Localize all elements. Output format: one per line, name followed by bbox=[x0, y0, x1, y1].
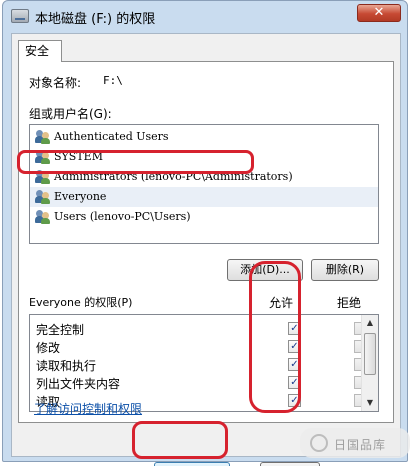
permission-row-read-execute: 读取和执行 ✓ bbox=[30, 355, 367, 373]
object-name-value: F:\ bbox=[103, 74, 123, 87]
everyone-highlight-annotation bbox=[17, 150, 254, 174]
permission-name: 完全控制 bbox=[36, 323, 85, 337]
user-name: Users (lenovo-PC\Users) bbox=[54, 210, 191, 223]
permission-name: 列出文件夹内容 bbox=[36, 377, 121, 391]
user-name: Authenticated Users bbox=[54, 130, 169, 143]
watermark-text: 日国品库 bbox=[334, 438, 387, 452]
permission-row-modify: 修改 ✓ bbox=[30, 337, 367, 355]
permission-name: 修改 bbox=[36, 341, 61, 355]
permission-name: 读取和执行 bbox=[36, 359, 97, 373]
deny-column-header: 拒绝 bbox=[337, 296, 362, 310]
permissions-list: 完全控制 ✓ 修改 ✓ 读取和执行 ✓ 列出文件夹内容 ✓ 读取 ✓ ▲ ▼ bbox=[29, 314, 379, 412]
dialog-body: 安全 对象名称: F:\ 组或用户名(G): Authenticated Use… bbox=[11, 33, 401, 466]
permissions-title: Everyone 的权限(P) bbox=[29, 296, 133, 309]
watermark: 日国品库 bbox=[300, 428, 410, 458]
scroll-up-icon[interactable]: ▲ bbox=[362, 315, 378, 331]
object-name-label: 对象名称: bbox=[29, 76, 82, 90]
cancel-button[interactable]: 取 bbox=[260, 462, 320, 466]
title-bar[interactable]: 本地磁盘 (F:) 的权限 ✕ bbox=[3, 1, 407, 33]
list-item-everyone[interactable]: Everyone bbox=[30, 187, 378, 207]
ok-button[interactable]: 确定 bbox=[154, 462, 230, 466]
ok-button-highlight-annotation bbox=[132, 421, 228, 459]
user-group-icon bbox=[35, 130, 50, 144]
security-panel: 对象名称: F:\ 组或用户名(G): Authenticated Users … bbox=[18, 61, 394, 423]
watermark-logo-icon bbox=[310, 434, 328, 452]
list-item-authenticated-users[interactable]: Authenticated Users bbox=[30, 127, 378, 147]
scroll-down-icon[interactable]: ▼ bbox=[362, 395, 378, 411]
remove-button[interactable]: 删除(R) bbox=[311, 259, 379, 281]
allow-column-highlight-annotation bbox=[249, 261, 301, 413]
scroll-thumb[interactable] bbox=[364, 333, 376, 375]
close-button[interactable]: ✕ bbox=[357, 4, 401, 22]
user-group-icon bbox=[35, 190, 50, 204]
permission-row-full-control: 完全控制 ✓ bbox=[30, 319, 367, 337]
user-name: Everyone bbox=[54, 190, 107, 203]
group-list-label: 组或用户名(G): bbox=[29, 107, 112, 121]
drive-icon bbox=[11, 9, 29, 23]
user-group-icon bbox=[35, 210, 50, 224]
permissions-dialog: 本地磁盘 (F:) 的权限 ✕ 安全 对象名称: F:\ 组或用户名(G): A… bbox=[2, 0, 408, 466]
group-user-list[interactable]: Authenticated Users SYSTEM Administrator… bbox=[29, 124, 379, 244]
tab-security[interactable]: 安全 bbox=[18, 40, 62, 62]
list-item-users[interactable]: Users (lenovo-PC\Users) bbox=[30, 207, 378, 227]
permission-row-list-folder: 列出文件夹内容 ✓ bbox=[30, 373, 367, 391]
window-title: 本地磁盘 (F:) 的权限 bbox=[35, 12, 156, 27]
permissions-scrollbar[interactable]: ▲ ▼ bbox=[361, 315, 378, 411]
access-control-help-link[interactable]: 了解访问控制和权限 bbox=[34, 400, 142, 417]
